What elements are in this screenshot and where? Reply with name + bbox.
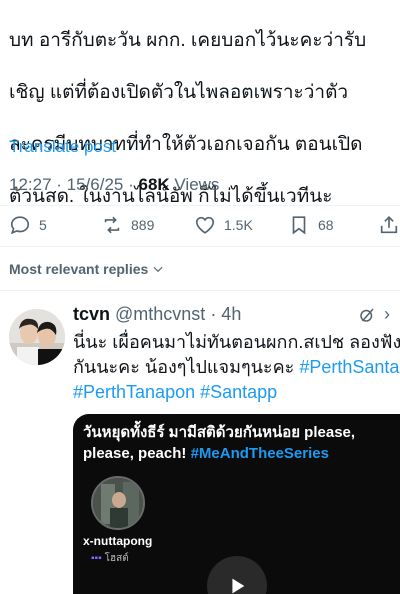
grok-icon[interactable]	[358, 306, 376, 324]
like-button[interactable]: 1.5K	[194, 205, 253, 245]
heart-icon	[195, 216, 215, 234]
media-hashtag: #MeAndTheeSeries	[190, 445, 329, 462]
reply-count: 5	[39, 217, 47, 233]
chevron-down-icon	[153, 266, 163, 273]
bookmark-button[interactable]: 68	[288, 205, 334, 245]
reply-author-name[interactable]: tcvn	[73, 304, 110, 324]
post-action-bar: 5 889 1.5K 68	[0, 205, 400, 245]
translate-post-link[interactable]: Translate post	[9, 137, 116, 157]
reply-icon	[10, 216, 30, 235]
repost-count: 889	[131, 217, 155, 233]
space-media-card[interactable]: วันหยุดทั้งธีร์ มามีสติด้วยกันหน่อย plea…	[73, 414, 400, 594]
views-label: Views	[169, 175, 220, 194]
reply-text-line: #PerthTanapon #Santapp	[73, 380, 400, 405]
audio-wave-icon: ▪▪▪	[91, 553, 102, 564]
post-text-line: บท อารีกับตะวัน ผกก. เคยบอกไว้นะคะว่ารับ	[9, 30, 367, 51]
play-button[interactable]	[207, 556, 267, 594]
repost-button[interactable]: 889	[101, 205, 154, 245]
host-avatar	[91, 476, 145, 530]
host-avatar-photo	[93, 478, 143, 528]
host-name: x-nuttapong	[83, 534, 153, 548]
reply-button[interactable]: 5	[9, 205, 47, 245]
media-caption: วันหยุดทั้งธีร์ มามีสติด้วยกันหน่อย plea…	[83, 422, 393, 464]
reply-text-line: นี่นะ เผื่อคนมาไม่ทันตอนผกก.สเปช ลองฟัง	[73, 332, 400, 352]
reply-text-line: กันนะคะ น้องๆไปแจมๆนะคะ #PerthSanta	[73, 355, 400, 380]
avatar[interactable]	[9, 309, 65, 365]
post-text: บท อารีกับตะวัน ผกก. เคยบอกไว้นะคะว่ารับ…	[9, 2, 397, 236]
divider	[0, 290, 400, 291]
host-role: ▪▪▪ โฮสต์	[91, 551, 129, 566]
views-count: 68K	[138, 175, 170, 194]
post-timestamp[interactable]: 12:27 · 15/6/25 ·	[9, 175, 138, 194]
post-meta: 12:27 · 15/6/25 · 68K Views	[9, 175, 219, 195]
like-count: 1.5K	[224, 217, 253, 233]
replies-sort-dropdown[interactable]: Most relevant replies	[9, 261, 165, 277]
hashtag-link[interactable]: #Santapp	[200, 382, 277, 402]
avatar-photo	[9, 309, 65, 365]
bookmark-icon	[292, 216, 306, 235]
hashtag-link[interactable]: #PerthSanta	[299, 357, 399, 377]
sort-label: Most relevant replies	[9, 261, 149, 277]
more-options-icon[interactable]: ›	[384, 304, 390, 325]
reply-timestamp[interactable]: · 4h	[205, 304, 241, 324]
repost-icon	[104, 216, 120, 234]
divider	[0, 246, 400, 247]
reply-text: นี่นะ เผื่อคนมาไม่ทันตอนผกก.สเปช ลองฟัง …	[73, 330, 400, 405]
share-button[interactable]	[378, 205, 400, 245]
reply-author-handle[interactable]: @mthcvnst	[110, 304, 205, 324]
post-text-line: เชิญ แต่ที่ต้องเปิดตัวในไพลอตเพราะว่าตัว	[9, 82, 349, 103]
bookmark-count: 68	[318, 217, 334, 233]
host-role-label: โฮสต์	[104, 553, 129, 564]
play-icon	[232, 578, 245, 594]
hashtag-link[interactable]: #PerthTanapon	[73, 382, 195, 402]
reply-header: tcvn @mthcvnst · 4h	[73, 304, 241, 325]
reply-text-fragment: กันนะคะ น้องๆไปแจมๆนะคะ	[73, 357, 300, 377]
share-icon	[380, 216, 398, 234]
